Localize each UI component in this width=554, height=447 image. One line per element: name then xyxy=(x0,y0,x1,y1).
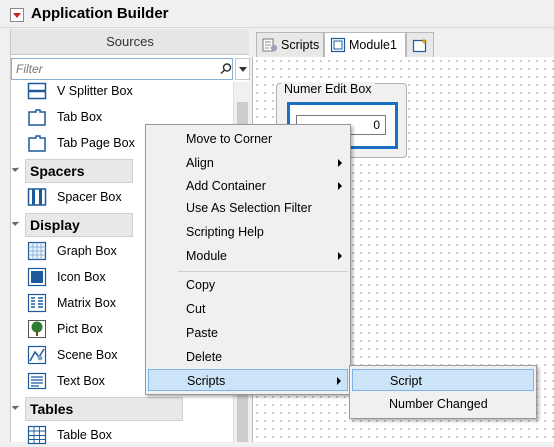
group-label: Tables xyxy=(25,397,183,421)
source-item-icon-box[interactable]: Icon Box xyxy=(27,265,106,289)
filter-dropdown-button[interactable] xyxy=(235,58,250,80)
source-item-graph-box[interactable]: Graph Box xyxy=(27,239,117,263)
collapse-triangle-icon[interactable] xyxy=(11,402,20,410)
source-item-pict-box[interactable]: Pict Box xyxy=(27,317,103,341)
search-icon[interactable] xyxy=(219,62,233,76)
source-item-label: Tab Box xyxy=(57,110,103,124)
menu-item-paste[interactable]: Paste xyxy=(148,322,348,344)
collapse-triangle-icon[interactable] xyxy=(11,218,20,226)
matrix-icon xyxy=(27,293,47,313)
source-item-text-box[interactable]: Text Box xyxy=(27,369,105,393)
tab-page-icon xyxy=(28,135,46,152)
scripts-submenu: Script Number Changed xyxy=(349,365,537,419)
v-splitter-icon xyxy=(27,82,47,100)
menu-item-add-container[interactable]: Add Container xyxy=(148,175,348,197)
group-label: Spacers xyxy=(25,159,133,183)
source-item-label: Tab Page Box xyxy=(57,136,135,150)
spacer-icon xyxy=(27,188,47,206)
submenu-item-script[interactable]: Script xyxy=(352,369,534,391)
menu-item-module[interactable]: Module xyxy=(148,245,348,267)
context-menu: Move to Corner Align Add Container Use A… xyxy=(145,124,351,395)
source-item-scene-box[interactable]: Scene Box xyxy=(27,343,117,367)
menu-item-scripts[interactable]: Scripts xyxy=(148,369,348,391)
icon-box-icon xyxy=(27,267,47,287)
collapse-triangle-icon[interactable] xyxy=(11,164,20,172)
source-item-label: Matrix Box xyxy=(57,296,117,310)
scene-icon xyxy=(27,345,47,365)
title-bar: Application Builder xyxy=(0,0,554,28)
menu-item-delete[interactable]: Delete xyxy=(148,346,348,368)
tab-label: Module1 xyxy=(349,38,397,52)
scripts-icon xyxy=(262,38,278,52)
source-item-label: Text Box xyxy=(57,374,105,388)
graph-icon xyxy=(27,241,47,261)
module-tabs: Scripts Module1 xyxy=(252,29,554,58)
menu-separator xyxy=(178,271,348,272)
number-edit-box-label: Numer Edit Box xyxy=(281,82,375,96)
group-label: Display xyxy=(25,213,133,237)
app-title: Application Builder xyxy=(31,5,169,22)
source-item-label: Scene Box xyxy=(57,348,118,362)
source-item-tab-box[interactable]: Tab Box xyxy=(27,105,102,129)
menu-item-move-to-corner[interactable]: Move to Corner xyxy=(148,128,348,150)
table-icon xyxy=(27,425,47,445)
source-item-label: Graph Box xyxy=(57,244,117,258)
tab-new-module[interactable] xyxy=(406,32,434,57)
menu-item-align[interactable]: Align xyxy=(148,152,348,174)
source-item-label: Icon Box xyxy=(57,270,106,284)
source-item-spacer-box[interactable]: Spacer Box xyxy=(27,185,122,209)
menu-item-cut[interactable]: Cut xyxy=(148,298,348,320)
tab-scripts[interactable]: Scripts xyxy=(256,32,324,57)
source-item-v-splitter[interactable]: V Splitter Box xyxy=(27,79,133,103)
tab-label: Scripts xyxy=(281,38,320,52)
source-item-table-box[interactable]: Table Box xyxy=(27,423,112,447)
tab-box-icon xyxy=(28,109,46,126)
submenu-item-number-changed[interactable]: Number Changed xyxy=(352,393,534,415)
source-item-label: Spacer Box xyxy=(57,190,122,204)
module-icon xyxy=(330,37,346,53)
menu-item-use-as-selection-filter[interactable]: Use As Selection Filter xyxy=(148,197,348,219)
menu-item-copy[interactable]: Copy xyxy=(148,274,348,296)
source-item-label: Table Box xyxy=(57,428,112,442)
text-box-icon xyxy=(27,372,47,390)
new-module-icon xyxy=(412,38,428,53)
sources-header: Sources xyxy=(11,29,249,55)
tree-picture-icon xyxy=(28,320,46,338)
source-item-label: V Splitter Box xyxy=(57,84,133,98)
tab-module1[interactable]: Module1 xyxy=(324,32,406,58)
menu-item-scripting-help[interactable]: Scripting Help xyxy=(148,221,348,243)
red-triangle-menu-icon[interactable] xyxy=(10,8,24,22)
filter-input[interactable] xyxy=(11,58,233,80)
source-item-label: Pict Box xyxy=(57,322,103,336)
source-item-tab-page-box[interactable]: Tab Page Box xyxy=(27,131,135,155)
source-item-matrix-box[interactable]: Matrix Box xyxy=(27,291,116,315)
